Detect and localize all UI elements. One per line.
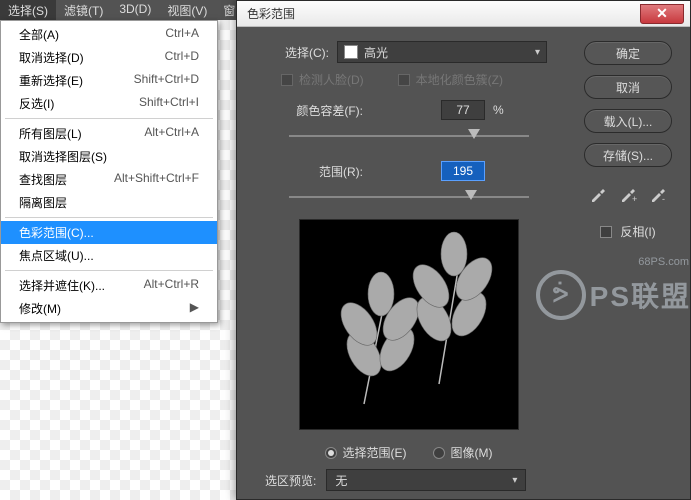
menu-item-deselect-layers[interactable]: 取消选择图层(S)	[1, 145, 217, 168]
radio-selection[interactable]: 选择范围(E)	[325, 444, 407, 461]
menu-item-all-layers[interactable]: 所有图层(L)Alt+Ctrl+A	[1, 122, 217, 145]
ok-button[interactable]: 确定	[584, 41, 672, 65]
save-button[interactable]: 存储(S)...	[584, 143, 672, 167]
menu-item-select-and-mask[interactable]: 选择并遮住(K)...Alt+Ctrl+R	[1, 274, 217, 297]
chevron-down-icon: ▾	[535, 47, 540, 58]
dialog-titlebar: 色彩范围 ✕	[237, 1, 690, 27]
eyedropper-group: + -	[587, 183, 669, 205]
load-button[interactable]: 载入(L)...	[584, 109, 672, 133]
range-slider[interactable]	[289, 189, 529, 204]
close-button[interactable]: ✕	[640, 4, 684, 24]
menu-item-isolate-layers[interactable]: 隔离图层	[1, 191, 217, 214]
menu-item-reselect[interactable]: 重新选择(E)Shift+Ctrl+D	[1, 69, 217, 92]
invert-checkbox[interactable]: 反相(I)	[600, 223, 655, 240]
select-menu-dropdown: 全部(A)Ctrl+A 取消选择(D)Ctrl+D 重新选择(E)Shift+C…	[0, 20, 218, 323]
menu-3d[interactable]: 3D(D)	[111, 0, 159, 20]
menubar: 选择(S) 滤镜(T) 3D(D) 视图(V) 窗	[0, 0, 243, 20]
select-dropdown[interactable]: 高光 ▾	[337, 41, 547, 63]
highlight-swatch	[344, 45, 358, 59]
dialog-title: 色彩范围	[237, 5, 640, 22]
range-input[interactable]: 195	[441, 161, 485, 181]
eyedropper-subtract-icon[interactable]: -	[647, 183, 669, 205]
leaf-preview-image	[309, 224, 509, 424]
menu-item-deselect[interactable]: 取消选择(D)Ctrl+D	[1, 46, 217, 69]
menu-filter[interactable]: 滤镜(T)	[56, 0, 111, 20]
menu-item-find-layers[interactable]: 查找图层Alt+Shift+Ctrl+F	[1, 168, 217, 191]
fuzziness-label: 颜色容差(F):	[251, 102, 363, 119]
select-label: 选择(C):	[251, 44, 329, 61]
svg-text:+: +	[632, 194, 637, 203]
menu-item-all[interactable]: 全部(A)Ctrl+A	[1, 23, 217, 46]
close-icon: ✕	[656, 5, 668, 22]
menu-item-modify[interactable]: 修改(M)▶	[1, 297, 217, 320]
chevron-down-icon: ▾	[512, 475, 517, 486]
color-range-dialog: 色彩范围 ✕ 选择(C): 高光 ▾ 检测人脸(D) 本地化颜色簇(Z) 颜色容…	[236, 0, 691, 500]
fuzziness-slider[interactable]	[289, 128, 529, 143]
percent-label: %	[493, 103, 504, 117]
radio-image[interactable]: 图像(M)	[433, 444, 493, 461]
range-label: 范围(R):	[251, 163, 363, 180]
preview-area	[299, 219, 519, 430]
svg-text:-: -	[662, 194, 665, 203]
fuzziness-input[interactable]: 77	[441, 100, 485, 120]
menu-item-color-range[interactable]: 色彩范围(C)...	[1, 221, 217, 244]
menu-item-focus-area[interactable]: 焦点区域(U)...	[1, 244, 217, 267]
detect-faces-checkbox: 检测人脸(D)	[281, 71, 364, 88]
menu-item-inverse[interactable]: 反选(I)Shift+Ctrl+I	[1, 92, 217, 115]
eyedropper-add-icon[interactable]: +	[617, 183, 639, 205]
menu-select[interactable]: 选择(S)	[0, 0, 56, 20]
localized-checkbox: 本地化颜色簇(Z)	[398, 71, 503, 88]
selection-preview-label: 选区预览:	[265, 472, 316, 489]
select-value: 高光	[364, 44, 388, 61]
selection-preview-dropdown[interactable]: 无▾	[326, 469, 526, 491]
cancel-button[interactable]: 取消	[584, 75, 672, 99]
eyedropper-icon[interactable]	[587, 183, 609, 205]
menu-view[interactable]: 视图(V)	[159, 0, 215, 20]
